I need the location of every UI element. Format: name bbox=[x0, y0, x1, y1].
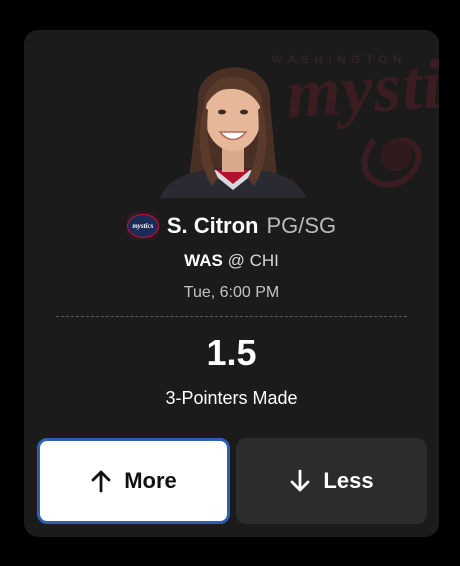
matchup-separator: @ bbox=[227, 251, 245, 270]
dashed-divider bbox=[56, 316, 407, 317]
arrow-down-icon bbox=[291, 469, 310, 492]
more-button-label: More bbox=[124, 468, 177, 493]
less-button-label: Less bbox=[323, 468, 374, 493]
arrow-up-icon bbox=[91, 470, 111, 493]
projection-line: 1.5 bbox=[206, 332, 257, 373]
less-button[interactable]: Less bbox=[236, 438, 427, 524]
player-prop-card: WASHINGTON mystics mystics S. Citron PG/… bbox=[24, 30, 439, 537]
team-logo-text: mystics bbox=[126, 214, 159, 238]
player-position: PG/SG bbox=[266, 213, 337, 238]
player-headshot bbox=[138, 48, 328, 198]
more-button[interactable]: More bbox=[37, 438, 230, 524]
matchup-team: WAS bbox=[184, 251, 223, 270]
matchup-opponent: CHI bbox=[249, 251, 279, 270]
team-logo-icon: mystics bbox=[126, 212, 159, 240]
matchup: WAS @ CHI bbox=[24, 251, 439, 271]
projection-stat: 3-Pointers Made bbox=[165, 388, 298, 408]
player-name: S. Citron bbox=[166, 213, 259, 238]
player-info-row: mystics S. Citron PG/SG bbox=[24, 212, 439, 240]
game-time: Tue, 6:00 PM bbox=[183, 284, 280, 301]
